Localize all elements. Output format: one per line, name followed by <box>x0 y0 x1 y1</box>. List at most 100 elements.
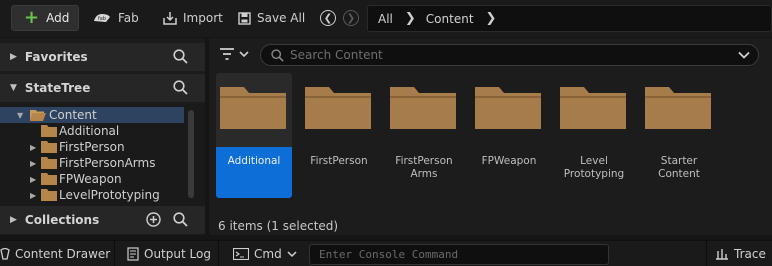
console-command-input[interactable]: Enter Console Command <box>309 244 609 265</box>
tree-item-label: LevelPrototyping <box>59 188 160 202</box>
project-header[interactable]: ▼ StateTree <box>0 74 205 102</box>
asset-tile-fpweapon[interactable]: FPWeapon <box>471 73 547 198</box>
asset-name: FirstPerson Arms <box>395 155 453 180</box>
back-arrow-icon[interactable]: ❮ <box>320 10 336 26</box>
tree-item-label: Additional <box>59 124 120 138</box>
trace-button[interactable]: Trace <box>715 245 766 263</box>
tree-item-content[interactable]: ▼ Content <box>0 107 184 123</box>
tree-item-fpweapon[interactable]: ▶ FPWeapon <box>0 171 184 187</box>
status-bar: Content Drawer Output Log Cmd Enter Cons… <box>0 240 772 266</box>
import-label: Import <box>183 11 223 25</box>
divider <box>218 241 219 266</box>
content-drawer-icon <box>0 247 10 260</box>
collections-label: Collections <box>24 213 100 227</box>
project-label: StateTree <box>24 81 91 95</box>
folder-icon <box>41 173 57 185</box>
trace-label: Trace <box>734 247 766 261</box>
asset-tile-firstperson[interactable]: FirstPerson <box>301 73 377 198</box>
add-button-label: Add <box>46 11 70 25</box>
toolbar: + Add fab Fab Import Save All ❮ ❯ All ❯ … <box>0 0 772 37</box>
asset-name: Additional <box>227 155 281 167</box>
search-placeholder: Search Content <box>290 48 383 62</box>
chevron-right-icon[interactable]: ❯ <box>486 11 497 26</box>
forward-arrow-icon[interactable]: ❯ <box>343 10 359 26</box>
collapsed-arrow-icon[interactable]: ▶ <box>30 191 36 200</box>
tree-item-firstpersonarms[interactable]: ▶ FirstPersonArms <box>0 155 184 171</box>
import-button[interactable]: Import <box>163 5 223 31</box>
collapsed-arrow-icon: ▶ <box>10 215 17 225</box>
search-icon[interactable] <box>173 212 188 227</box>
fab-label: Fab <box>118 11 139 25</box>
favorites-header[interactable]: ▶ Favorites <box>0 43 205 71</box>
expanded-arrow-icon: ▼ <box>10 83 17 93</box>
tree-item-levelprototyping[interactable]: ▶ LevelPrototyping <box>0 187 184 203</box>
add-collection-icon[interactable] <box>146 212 161 227</box>
folder-icon <box>390 87 456 129</box>
terminal-icon <box>233 248 249 260</box>
collections-header[interactable]: ▶ Collections <box>0 206 205 234</box>
tree-item-label: FirstPerson <box>59 140 125 154</box>
collapsed-arrow-icon: ▶ <box>10 52 17 62</box>
collapsed-arrow-icon[interactable]: ▶ <box>30 159 36 168</box>
tree-scrollbar[interactable] <box>188 110 194 198</box>
tree-item-label: FirstPersonArms <box>59 156 156 170</box>
add-button[interactable]: + Add <box>11 5 79 31</box>
asset-tile-levelprototyping[interactable]: Level Prototyping <box>556 73 632 198</box>
trace-icon <box>716 249 728 260</box>
folder-icon <box>305 87 371 129</box>
content-drawer-label: Content Drawer <box>15 247 111 261</box>
asset-name: Starter Content <box>658 155 700 180</box>
asset-name: FirstPerson <box>310 155 368 167</box>
folder-icon <box>645 87 711 129</box>
output-log-button[interactable]: Output Log <box>127 245 211 263</box>
open-folder-icon <box>30 110 46 121</box>
save-all-label: Save All <box>257 11 306 25</box>
cmd-label: Cmd <box>254 247 282 261</box>
output-log-label: Output Log <box>144 247 211 261</box>
sources-panel: ▶ Favorites ▼ StateTree ▼ Content Additi… <box>0 38 205 235</box>
asset-tile-firstpersonarms[interactable]: FirstPerson Arms <box>386 73 462 198</box>
folder-tree: ▼ Content Additional ▶ FirstPerson ▶ Fir… <box>0 104 205 206</box>
plus-icon: + <box>24 7 40 28</box>
asset-name: FPWeapon <box>481 155 537 167</box>
folder-icon <box>41 157 57 169</box>
expanded-arrow-icon[interactable]: ▼ <box>17 111 23 120</box>
fab-button[interactable]: fab Fab <box>92 5 139 31</box>
search-content-input[interactable]: Search Content <box>260 44 759 66</box>
tree-item-firstperson[interactable]: ▶ FirstPerson <box>0 139 184 155</box>
filter-icon[interactable] <box>219 47 251 61</box>
console-placeholder: Enter Console Command <box>319 248 459 261</box>
save-icon <box>238 11 251 25</box>
asset-name: Level Prototyping <box>563 155 625 180</box>
breadcrumb-content[interactable]: Content <box>426 12 474 26</box>
search-icon <box>271 48 284 62</box>
breadcrumb-all[interactable]: All <box>378 12 393 26</box>
favorites-label: Favorites <box>24 50 88 64</box>
divider <box>114 241 115 266</box>
cmd-dropdown[interactable]: Cmd <box>233 245 302 263</box>
tree-item-label: Content <box>49 108 97 122</box>
svg-text:fab: fab <box>98 16 106 22</box>
chevron-down-icon[interactable] <box>737 48 751 62</box>
chevron-down-icon <box>287 251 297 258</box>
collapsed-arrow-icon[interactable]: ▶ <box>30 143 36 152</box>
search-icon[interactable] <box>173 80 188 95</box>
chevron-right-icon[interactable]: ❯ <box>405 11 416 26</box>
asset-tile-additional[interactable]: Additional <box>216 73 292 198</box>
folder-icon <box>220 87 286 129</box>
tree-item-additional[interactable]: Additional <box>0 123 184 139</box>
folder-icon <box>560 87 626 129</box>
asset-tile-startercontent[interactable]: Starter Content <box>641 73 717 198</box>
item-count-status: 6 items (1 selected) <box>218 219 339 233</box>
save-all-button[interactable]: Save All <box>238 5 305 31</box>
search-icon[interactable] <box>173 49 188 64</box>
content-drawer-button[interactable]: Content Drawer <box>0 245 110 263</box>
folder-icon <box>41 189 57 201</box>
folder-icon <box>41 125 57 137</box>
divider <box>706 241 707 266</box>
import-icon <box>163 12 177 25</box>
content-panel: Search Content Additional FirstPerson Fi… <box>209 38 772 235</box>
collapsed-arrow-icon[interactable]: ▶ <box>30 175 36 184</box>
tree-item-label: FPWeapon <box>59 172 122 186</box>
folder-icon <box>475 87 541 129</box>
